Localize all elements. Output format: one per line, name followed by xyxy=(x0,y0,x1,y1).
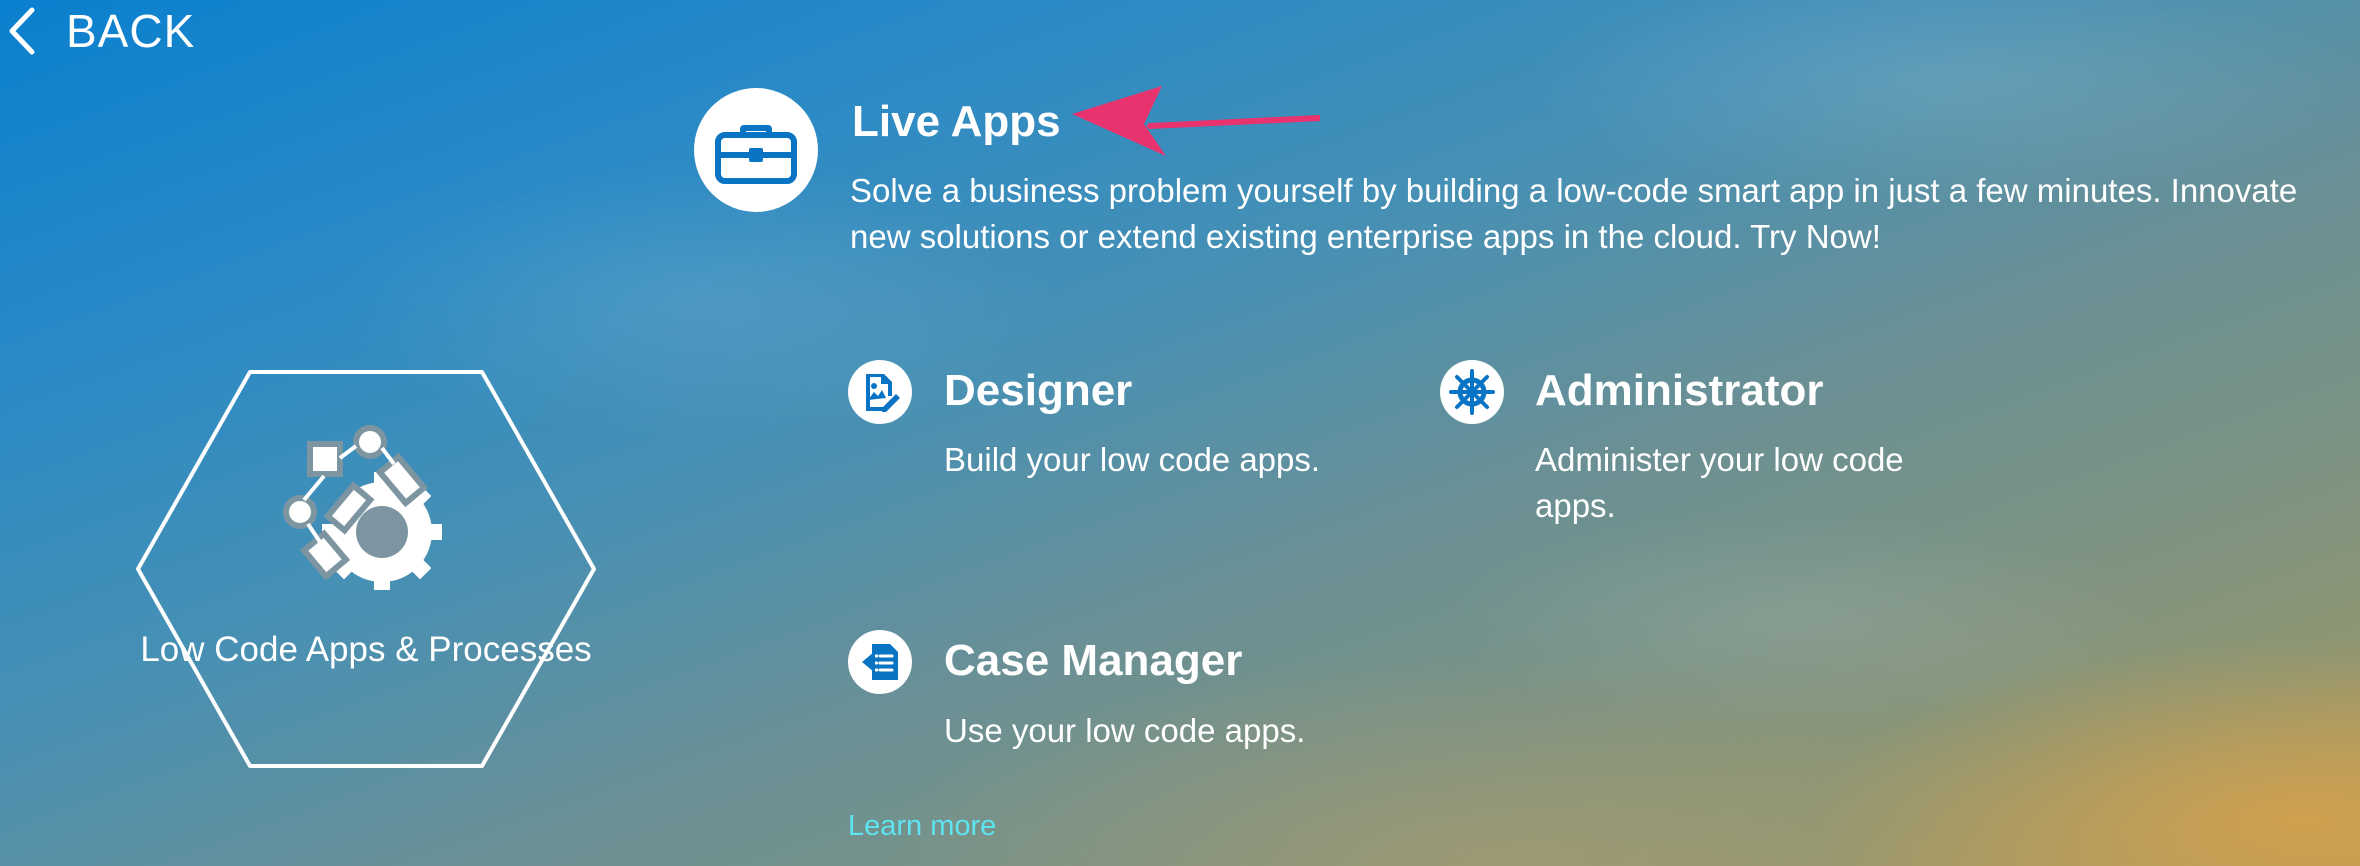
administrator-title[interactable]: Administrator xyxy=(1535,365,1823,417)
designer-description: Build your low code apps. xyxy=(944,441,1321,478)
live-apps-description: Solve a business problem yourself by bui… xyxy=(850,168,2350,260)
workflow-gear-icon xyxy=(283,425,442,590)
designer-icon-circle[interactable] xyxy=(848,360,912,424)
live-apps-description-line-2: new solutions or extend existing enterpr… xyxy=(850,218,1881,255)
designer-title[interactable]: Designer xyxy=(944,365,1132,417)
back-button[interactable]: BACK xyxy=(6,4,195,58)
case-manager-icon-circle[interactable] xyxy=(848,630,912,694)
designer-edit-icon xyxy=(866,374,900,412)
administrator-icon-circle[interactable] xyxy=(1440,360,1504,424)
helm-wheel-icon xyxy=(1449,369,1495,415)
tile-label: Low Code Apps & Processes xyxy=(140,630,592,669)
back-label: BACK xyxy=(66,5,196,57)
chevron-left-icon xyxy=(9,7,35,55)
case-manager-description: Use your low code apps. xyxy=(944,712,1306,749)
administrator-description: Administer your low code apps. xyxy=(1535,441,1904,524)
live-apps-title[interactable]: Live Apps xyxy=(852,96,1061,148)
low-code-apps-tile[interactable]: Low Code Apps & Processes xyxy=(134,368,598,770)
annotation-arrow-icon xyxy=(1072,86,1320,156)
live-apps-icon-circle[interactable] xyxy=(694,88,818,212)
live-apps-description-line-1: Solve a business problem yourself by bui… xyxy=(850,172,2298,209)
learn-more-link[interactable]: Learn more xyxy=(848,810,996,843)
briefcase-icon xyxy=(715,125,797,184)
case-manager-title[interactable]: Case Manager xyxy=(944,635,1242,687)
case-document-icon xyxy=(862,644,898,680)
